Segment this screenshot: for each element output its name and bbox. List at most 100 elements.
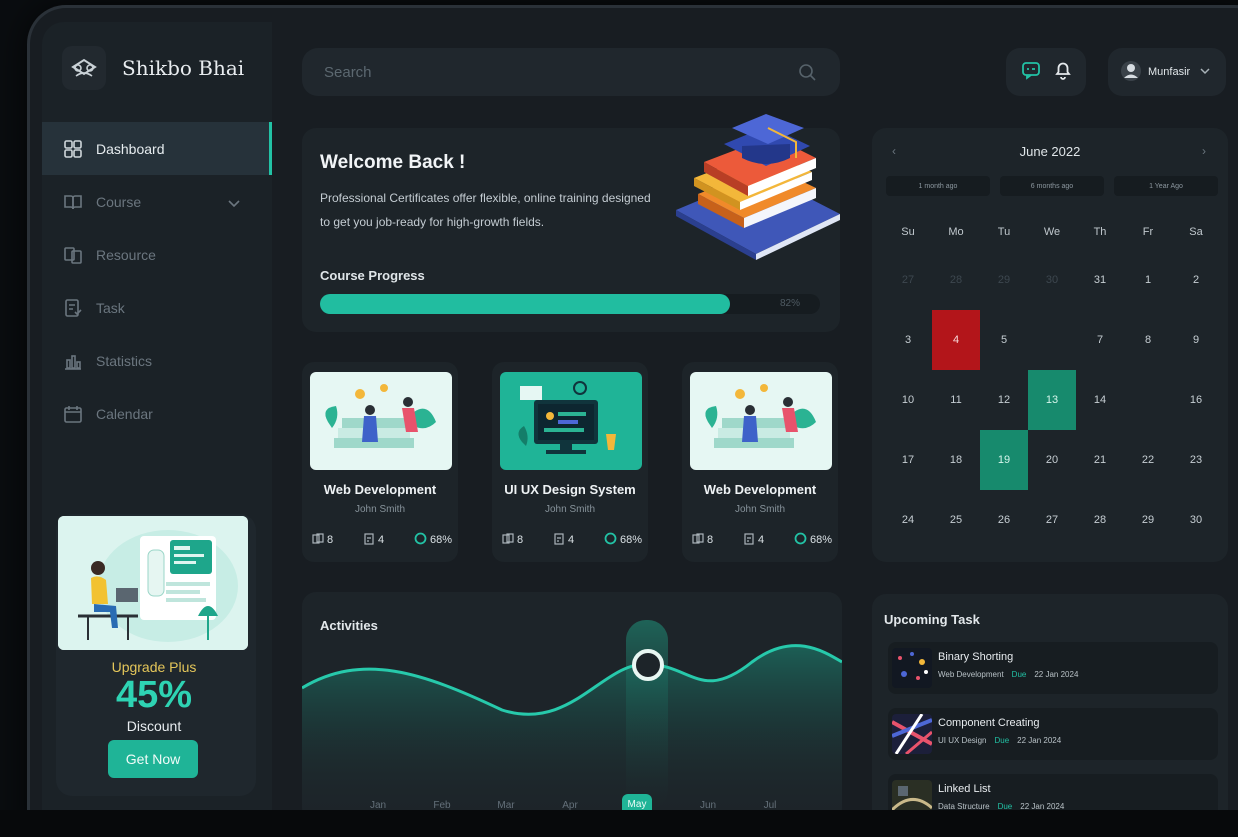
search-input[interactable] — [324, 48, 764, 96]
calendar-day[interactable]: 21 — [1076, 430, 1124, 490]
calendar-day[interactable]: 7 — [1076, 310, 1124, 370]
user-menu[interactable]: Munfasir — [1108, 48, 1226, 96]
get-now-button[interactable]: Get Now — [108, 740, 198, 778]
lessons-stat: 8 — [502, 532, 523, 548]
sidebar-item-dashboard[interactable]: Dashboard — [42, 122, 272, 175]
course-card[interactable]: UI UX Design System John Smith 8 4 68% — [492, 362, 648, 562]
progress-ring-icon — [604, 532, 617, 548]
course-thumbnail — [310, 372, 452, 470]
upgrade-promo: Upgrade Plus 45% Discount Get Now — [56, 514, 256, 796]
lessons-stat: 8 — [692, 532, 713, 548]
sidebar-item-label: Resource — [96, 246, 156, 263]
calendar-day[interactable]: 20 — [1028, 430, 1076, 490]
brand-logo-icon — [62, 46, 106, 90]
progress-stat: 68% — [794, 532, 832, 548]
calendar-day[interactable]: 12 — [980, 370, 1028, 430]
task-name: Binary Shorting — [938, 651, 1014, 663]
calendar-day-highlighted-green[interactable]: 19 — [980, 430, 1028, 490]
task-item[interactable]: Binary Shorting Web Development Due 22 J… — [888, 642, 1218, 694]
calendar-next-button[interactable]: › — [1202, 144, 1206, 158]
brand[interactable]: Shikbo Bhai — [62, 46, 244, 90]
calendar-day-highlighted-green[interactable]: 13 — [1028, 370, 1076, 430]
course-thumbnail — [690, 372, 832, 470]
range-chip[interactable]: 6 months ago — [1000, 176, 1104, 196]
activities-chart — [302, 620, 842, 822]
course-card[interactable]: Web Development John Smith 8 4 68% — [682, 362, 838, 562]
calendar-day[interactable]: 17 — [884, 430, 932, 490]
task-category: Web Development — [938, 670, 1004, 679]
task-due-label: Due — [994, 736, 1010, 745]
calendar-day[interactable]: 30 — [1172, 490, 1220, 550]
calendar-day[interactable]: 1 — [1124, 250, 1172, 310]
calendar-day[interactable]: 23 — [1172, 430, 1220, 490]
course-thumbnail — [500, 372, 642, 470]
range-chip[interactable]: 1 Year Ago — [1114, 176, 1218, 196]
course-card[interactable]: Web Development John Smith 8 4 68% — [302, 362, 458, 562]
calendar-day[interactable]: 16 — [1172, 370, 1220, 430]
calendar-day[interactable]: 29 — [1124, 490, 1172, 550]
tasks-stat: 4 — [553, 532, 574, 548]
calendar-day[interactable]: 14 — [1076, 370, 1124, 430]
notification-bell-icon[interactable] — [1054, 60, 1072, 85]
chevron-down-icon[interactable] — [228, 195, 240, 211]
calendar-day[interactable]: 22 — [1124, 430, 1172, 490]
weekday-label: Tu — [997, 226, 1011, 238]
sidebar: Shikbo Bhai Dashboard Course Resource Ta… — [42, 22, 272, 812]
calendar-day[interactable]: 29 — [980, 250, 1028, 310]
calendar-day[interactable]: 31 — [1076, 250, 1124, 310]
calendar-day-highlighted-red[interactable]: 4 — [932, 310, 980, 370]
weekday-label: Mo — [948, 226, 964, 238]
calendar-week-row: 17 18 19 20 21 22 23 — [884, 430, 1220, 490]
weekday-label: We — [1043, 226, 1061, 238]
search-icon[interactable] — [798, 63, 816, 86]
course-progress-label: Course Progress — [320, 268, 425, 283]
statistics-icon — [62, 350, 84, 372]
calendar-day[interactable]: 9 — [1172, 310, 1220, 370]
calendar-weekday-row: Su Mo Tu We Th Fr Sa — [884, 214, 1220, 250]
activity-point[interactable] — [632, 649, 664, 681]
course-progress-value: 82% — [779, 298, 800, 309]
calendar-day[interactable]: 28 — [932, 250, 980, 310]
calendar-day[interactable]: 30 — [1028, 250, 1076, 310]
task-category: UI UX Design — [938, 736, 987, 745]
calendar-day[interactable]: 5 — [980, 310, 1028, 370]
activity-area — [302, 645, 842, 822]
weekday-label: Sa — [1189, 226, 1203, 238]
range-chip[interactable]: 1 month ago — [886, 176, 990, 196]
calendar-day[interactable]: 10 — [884, 370, 932, 430]
calendar-day[interactable]: 26 — [980, 490, 1028, 550]
calendar-day[interactable]: 11 — [932, 370, 980, 430]
welcome-text: Professional Certificates offer flexible… — [320, 191, 651, 229]
calendar-week-row: 27 28 29 30 31 1 2 — [884, 250, 1220, 310]
task-item[interactable]: Component Creating UI UX Design Due 22 J… — [888, 708, 1218, 760]
calendar-day[interactable]: 27 — [1028, 490, 1076, 550]
promo-title: Upgrade Plus — [111, 659, 197, 675]
calendar-day[interactable] — [1028, 310, 1076, 370]
calendar-week-row: 3 4 5 7 8 9 — [884, 310, 1220, 370]
course-stats: 8 4 68% — [692, 532, 832, 548]
sidebar-item-task[interactable]: Task — [42, 281, 272, 334]
progress-stat: 68% — [604, 532, 642, 548]
calendar-day[interactable] — [1124, 370, 1172, 430]
message-icon[interactable] — [1021, 60, 1041, 85]
calendar-day[interactable]: 28 — [1076, 490, 1124, 550]
lessons-stat: 8 — [312, 532, 333, 548]
calendar-day[interactable]: 27 — [884, 250, 932, 310]
calendar-day[interactable]: 8 — [1124, 310, 1172, 370]
sidebar-item-label: Statistics — [96, 352, 153, 369]
tasks-stat: 4 — [743, 532, 764, 548]
sidebar-item-calendar[interactable]: Calendar — [42, 387, 272, 440]
sidebar-item-statistics[interactable]: Statistics — [42, 334, 272, 387]
calendar-day[interactable]: 18 — [932, 430, 980, 490]
sidebar-item-resource[interactable]: Resource — [42, 228, 272, 281]
tasks-icon — [743, 532, 755, 548]
calendar-day[interactable]: 2 — [1172, 250, 1220, 310]
calendar-day[interactable]: 3 — [884, 310, 932, 370]
books-graduation-illustration — [672, 114, 842, 274]
calendar-day[interactable]: 25 — [932, 490, 980, 550]
calendar-grid: Su Mo Tu We Th Fr Sa 27 28 29 30 31 1 2 … — [884, 214, 1220, 550]
welcome-title: Welcome Back ! — [320, 152, 466, 173]
welcome-card: Welcome Back ! Professional Certificates… — [302, 114, 840, 332]
sidebar-item-course[interactable]: Course — [42, 175, 272, 228]
calendar-day[interactable]: 24 — [884, 490, 932, 550]
